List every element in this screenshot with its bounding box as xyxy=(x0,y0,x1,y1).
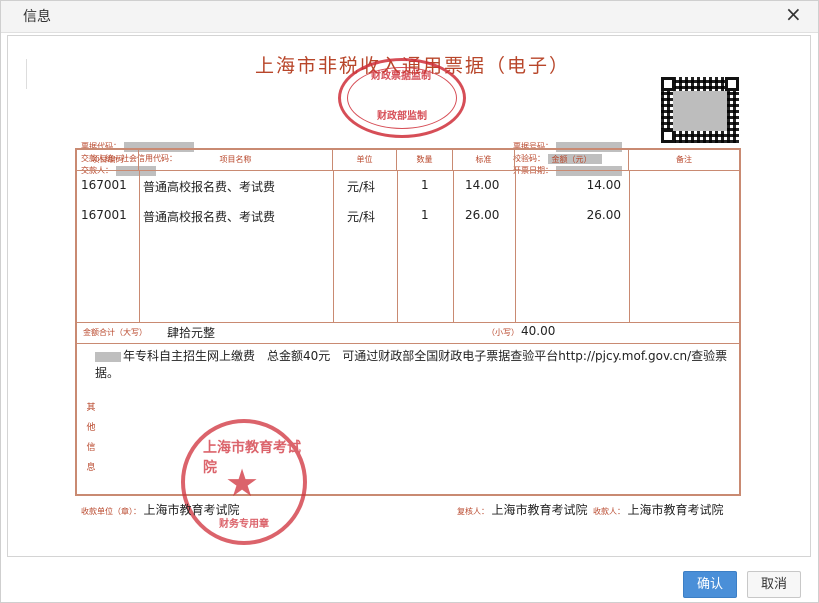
star-icon: ★ xyxy=(225,461,260,505)
reviewer-row: 复核人： 上海市教育考试院 xyxy=(457,501,588,518)
dialog-title: 信息 xyxy=(23,9,51,25)
confirm-button[interactable]: 确认 xyxy=(683,571,737,598)
exam-institute-stamp: 上海市教育考试院 ★ 财务专用章 xyxy=(181,419,307,545)
cancel-button[interactable]: 取消 xyxy=(747,571,801,598)
reviewer-value: 上海市教育考试院 xyxy=(491,503,588,517)
dialog-titlebar: 信息 × xyxy=(1,1,818,33)
dialog-footer: 确认 取消 xyxy=(1,561,818,603)
total-caps-value: 肆拾元整 xyxy=(167,326,216,340)
payee-value: 上海市教育考试院 xyxy=(143,503,240,517)
stamp-top-text-1: 财政票据监制 xyxy=(371,71,431,82)
row-std: 14.00 xyxy=(465,178,500,192)
row-amount: 26.00 xyxy=(586,208,621,222)
row-code: 167001 xyxy=(81,208,127,222)
row-name: 普通高校报名费、考试费 xyxy=(143,180,276,194)
row-qty: 1 xyxy=(421,178,429,192)
other-info-text: 年专科自主招生网上缴费 总金额40元 可通过财政部全国财政电子票据查验平台htt… xyxy=(95,349,728,380)
finance-stamp-top: 财政票据监制 财政部监制 xyxy=(338,58,466,138)
reviewer-label: 复核人： xyxy=(457,507,489,516)
row-name: 普通高校报名费、考试费 xyxy=(143,210,276,224)
col-header-std: 标准 xyxy=(453,150,515,170)
col-header-code: 项目编码 xyxy=(77,150,139,170)
collector-label: 收款人： xyxy=(593,507,625,516)
close-icon[interactable]: × xyxy=(785,4,802,24)
total-small-label: （小写） xyxy=(487,328,519,337)
payee-label: 收款单位（章）： xyxy=(81,507,141,516)
row-code: 167001 xyxy=(81,178,127,192)
collector-row: 收款人： 上海市教育考试院 xyxy=(593,501,724,518)
other-info-label-2: 他 xyxy=(86,423,96,433)
payee-row: 收款单位（章）： 上海市教育考试院 xyxy=(81,501,240,518)
row-unit: 元/科 xyxy=(347,210,376,224)
col-header-unit: 单位 xyxy=(333,150,397,170)
other-info-label-1: 其 xyxy=(86,403,96,413)
info-dialog: 信息 × 上海市非税收入通用票据（电子） 财政票据监制 财政部监制 票据代码： … xyxy=(0,0,819,603)
total-small-value: 40.00 xyxy=(521,324,556,338)
col-header-name: 项目名称 xyxy=(139,150,333,170)
col-header-amount: 金额（元） xyxy=(515,150,629,170)
collector-value: 上海市教育考试院 xyxy=(627,503,724,517)
left-edge-marker xyxy=(26,59,27,89)
total-caps-label: 金额合计（大写） xyxy=(83,328,147,337)
row-unit: 元/科 xyxy=(347,180,376,194)
other-info-label-4: 息 xyxy=(86,463,96,473)
col-header-remark: 备注 xyxy=(676,155,692,164)
row-amount: 14.00 xyxy=(586,178,621,192)
row-std: 26.00 xyxy=(465,208,500,222)
receipt-table: 项目编码 项目名称 单位 数量 标准 金额（元） 备注 167001 普通高校报… xyxy=(75,148,741,496)
qr-code-mask xyxy=(673,91,727,131)
col-header-qty: 数量 xyxy=(397,150,453,170)
row-qty: 1 xyxy=(421,208,429,222)
other-info-label-3: 信 xyxy=(86,443,96,453)
stamp-top-text-2: 财政部监制 xyxy=(377,111,427,122)
qr-code-icon xyxy=(661,77,739,143)
